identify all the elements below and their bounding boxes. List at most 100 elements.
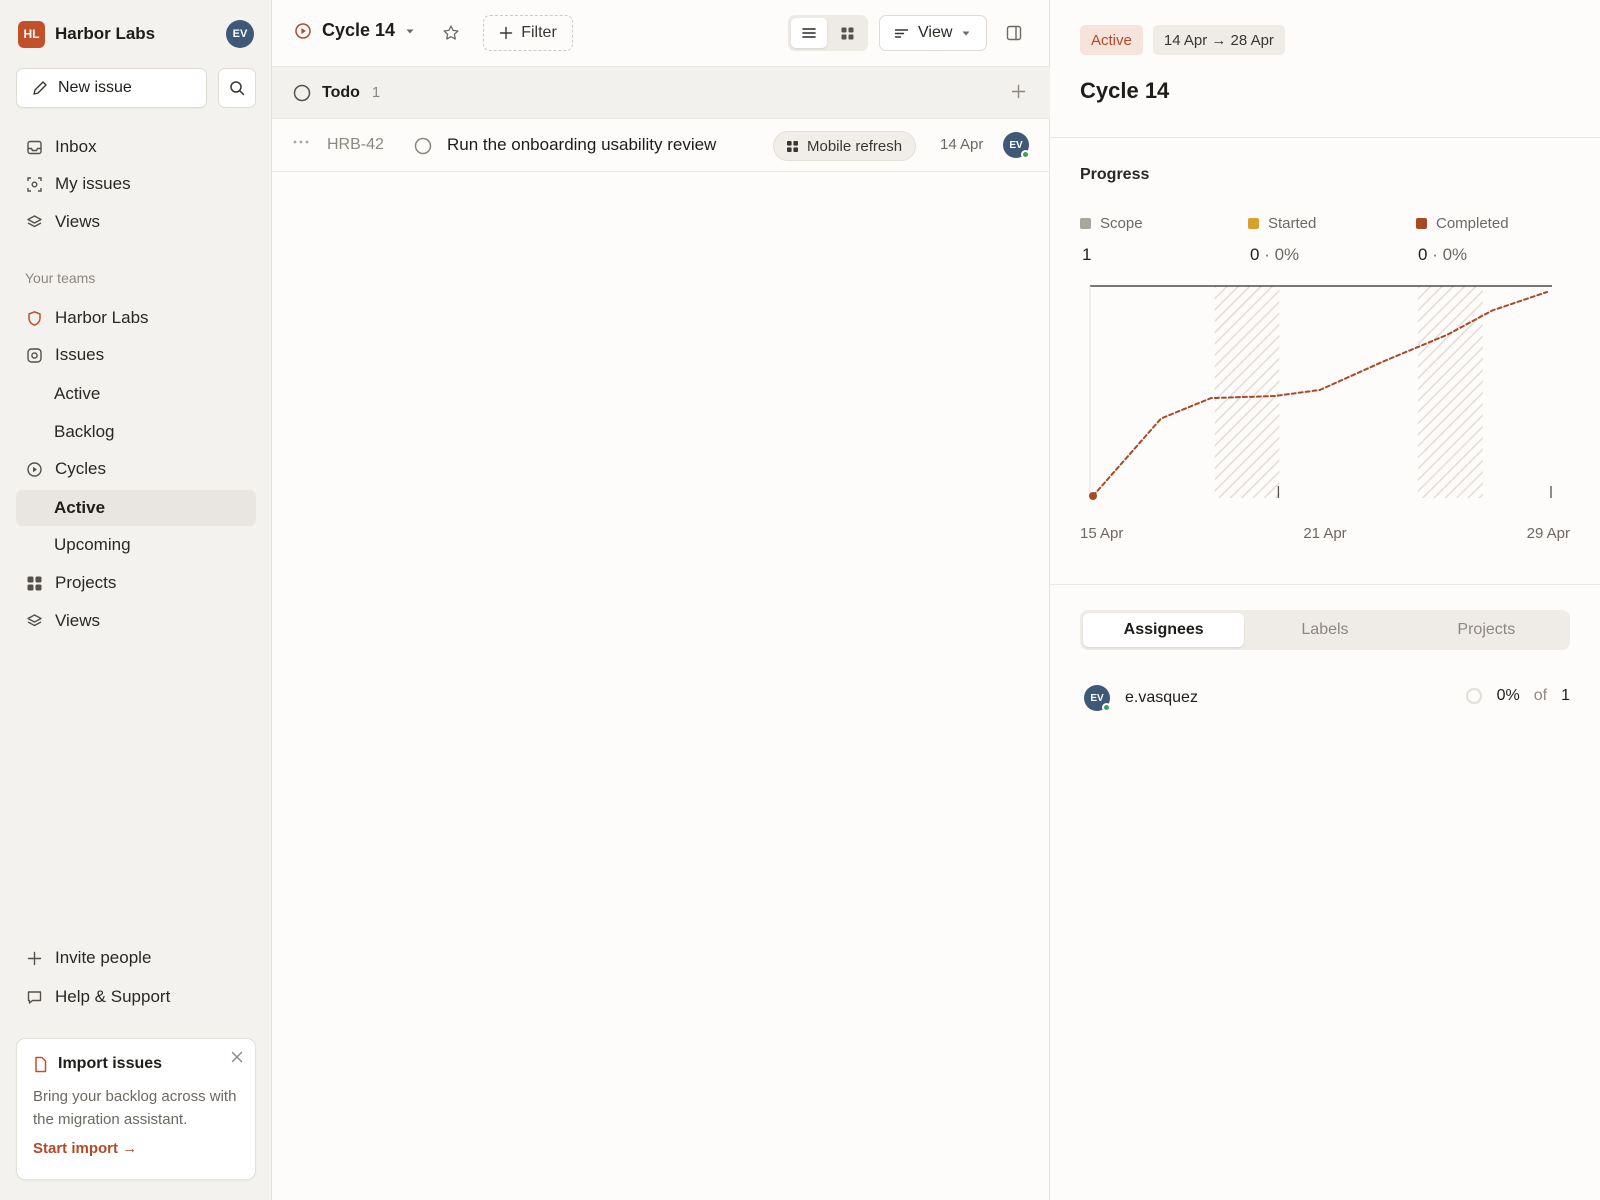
new-issue-button[interactable]: New issue bbox=[16, 68, 207, 108]
sidebar-item-projects[interactable]: Projects bbox=[16, 565, 256, 601]
invite-people-button[interactable]: Invite people bbox=[16, 940, 256, 976]
import-card-body: Bring your backlog across with the migra… bbox=[33, 1088, 237, 1128]
stat-label: Completed bbox=[1436, 215, 1509, 232]
filter-button[interactable]: Filter bbox=[483, 15, 573, 51]
sidebar-item-cycles[interactable]: Cycles bbox=[16, 451, 256, 487]
search-button[interactable] bbox=[218, 68, 256, 108]
sidebar-item-my-issues[interactable]: My issues bbox=[16, 166, 256, 202]
stat-percent: · 0% bbox=[1427, 245, 1468, 264]
sidebar-item-cycles-upcoming[interactable]: Upcoming bbox=[16, 527, 256, 563]
board-grid-icon bbox=[840, 26, 855, 41]
started-swatch bbox=[1248, 218, 1259, 229]
sidebar-item-label: Help & Support bbox=[55, 987, 171, 1006]
list-layout-button[interactable] bbox=[791, 18, 827, 48]
page-title: Cycle 14 bbox=[1080, 78, 1170, 103]
search-icon bbox=[229, 80, 245, 96]
progress-heading: Progress bbox=[1080, 166, 1150, 183]
cycle-name: Cycle 14 bbox=[322, 20, 396, 40]
sidebar-item-team-views[interactable]: Views bbox=[16, 603, 256, 639]
cycle-icon bbox=[294, 22, 312, 40]
filter-label: Filter bbox=[521, 24, 557, 41]
workspace-logo: HL bbox=[18, 20, 45, 48]
more-horizontal-icon[interactable] bbox=[292, 139, 310, 145]
online-status-dot bbox=[1021, 150, 1030, 159]
chat-bubble-icon bbox=[26, 989, 43, 1006]
tab-assignees[interactable]: Assignees bbox=[1083, 613, 1245, 647]
sidebar-item-label: Cycles bbox=[55, 459, 107, 478]
weekend-band bbox=[1214, 286, 1280, 498]
user-avatar[interactable]: EV bbox=[226, 20, 254, 48]
assignee-of: of bbox=[1533, 687, 1548, 704]
sidebar-panel-icon[interactable] bbox=[1005, 24, 1023, 42]
start-import-link[interactable]: Start import → bbox=[33, 1140, 239, 1157]
assignee-row[interactable]: EV e.vasquez 0% of 1 bbox=[1084, 683, 1570, 713]
issue-title[interactable]: Run the onboarding usability review bbox=[447, 135, 716, 155]
toolbar: Cycle 14 Filter View bbox=[272, 0, 1050, 66]
group-header-todo[interactable]: Todo 1 bbox=[272, 66, 1050, 119]
stat-label: Scope bbox=[1100, 215, 1143, 232]
layout-toggle bbox=[788, 15, 868, 51]
sidebar-item-inbox[interactable]: Inbox bbox=[16, 129, 256, 165]
issue-status-icon[interactable] bbox=[414, 137, 432, 155]
tab-labels[interactable]: Labels bbox=[1244, 613, 1405, 647]
burnup-chart: 15 Apr 21 Apr 29 Apr bbox=[1080, 285, 1570, 542]
issue-list-pane: Cycle 14 Filter View Todo 1 HRB-42 Run t… bbox=[272, 0, 1050, 1200]
status-badge: Active bbox=[1080, 25, 1143, 55]
projects-grid-icon bbox=[786, 140, 799, 153]
sidebar-item-label: Active bbox=[54, 498, 106, 517]
cycle-picker[interactable]: Cycle 14 bbox=[294, 20, 415, 41]
completed-swatch bbox=[1416, 218, 1427, 229]
close-icon[interactable] bbox=[231, 1051, 243, 1063]
todo-status-icon bbox=[293, 84, 311, 102]
tab-projects[interactable]: Projects bbox=[1406, 613, 1567, 647]
document-icon bbox=[33, 1056, 48, 1073]
assignee-total: 1 bbox=[1561, 687, 1570, 704]
date-range-badge: 14 Apr → 28 Apr bbox=[1152, 25, 1285, 55]
plus-icon bbox=[26, 950, 43, 967]
caret-down-icon bbox=[405, 26, 415, 36]
assignee-name: e.vasquez bbox=[1125, 689, 1198, 706]
section-label-teams: Your teams bbox=[25, 270, 96, 286]
table-row[interactable]: HRB-42 Run the onboarding usability revi… bbox=[272, 120, 1050, 172]
board-layout-button[interactable] bbox=[830, 18, 866, 48]
star-icon[interactable] bbox=[442, 24, 460, 42]
list-icon bbox=[801, 26, 817, 40]
x-tick-label: 15 Apr bbox=[1080, 525, 1123, 542]
add-issue-icon[interactable] bbox=[1011, 84, 1026, 99]
project-chip[interactable]: Mobile refresh bbox=[773, 131, 917, 161]
sidebar-item-issues-backlog[interactable]: Backlog bbox=[16, 414, 256, 450]
help-support-button[interactable]: Help & Support bbox=[16, 979, 256, 1015]
projects-grid-icon bbox=[26, 575, 43, 592]
x-tick-label: 29 Apr bbox=[1527, 525, 1570, 542]
divider bbox=[1050, 137, 1600, 138]
view-options-button[interactable]: View bbox=[879, 15, 987, 51]
sidebar-item-cycles-active[interactable]: Active bbox=[16, 490, 256, 526]
cycle-tags: Active 14 Apr → 28 Apr bbox=[1080, 25, 1285, 55]
pencil-icon bbox=[31, 80, 48, 97]
sidebar-item-issues[interactable]: Issues bbox=[16, 337, 256, 373]
issue-date: 14 Apr bbox=[940, 136, 984, 153]
assignee-avatar: EV bbox=[1084, 685, 1111, 712]
progress-ring-icon bbox=[1465, 687, 1483, 705]
cycle-details-panel: Active 14 Apr → 28 Apr Cycle 14 Progress… bbox=[1050, 0, 1600, 1200]
shield-icon bbox=[26, 310, 43, 327]
scope-swatch bbox=[1080, 218, 1091, 229]
stat-scope: Scope 1 bbox=[1080, 215, 1143, 265]
sidebar-item-label: Backlog bbox=[54, 422, 115, 441]
sidebar: HL Harbor Labs EV New issue Inbox My iss… bbox=[0, 0, 272, 1200]
workspace-name: Harbor Labs bbox=[55, 24, 156, 43]
sidebar-item-views[interactable]: Views bbox=[16, 204, 256, 240]
assignee-progress: 0% of 1 bbox=[1465, 687, 1570, 705]
divider bbox=[1050, 584, 1600, 585]
sidebar-item-team[interactable]: Harbor Labs bbox=[16, 300, 256, 336]
workspace-switcher[interactable]: HL Harbor Labs EV bbox=[18, 20, 254, 48]
stat-completed: Completed 0 · 0% bbox=[1416, 215, 1509, 265]
sidebar-item-label: Views bbox=[55, 611, 101, 630]
group-title: Todo bbox=[322, 83, 360, 101]
sort-lines-icon bbox=[894, 27, 909, 40]
sidebar-item-label: Projects bbox=[55, 573, 117, 592]
assignee-avatar[interactable]: EV bbox=[1003, 132, 1030, 159]
sidebar-item-issues-active[interactable]: Active bbox=[16, 376, 256, 412]
sidebar-item-label: Inbox bbox=[55, 137, 97, 156]
caret-down-icon bbox=[961, 28, 971, 38]
